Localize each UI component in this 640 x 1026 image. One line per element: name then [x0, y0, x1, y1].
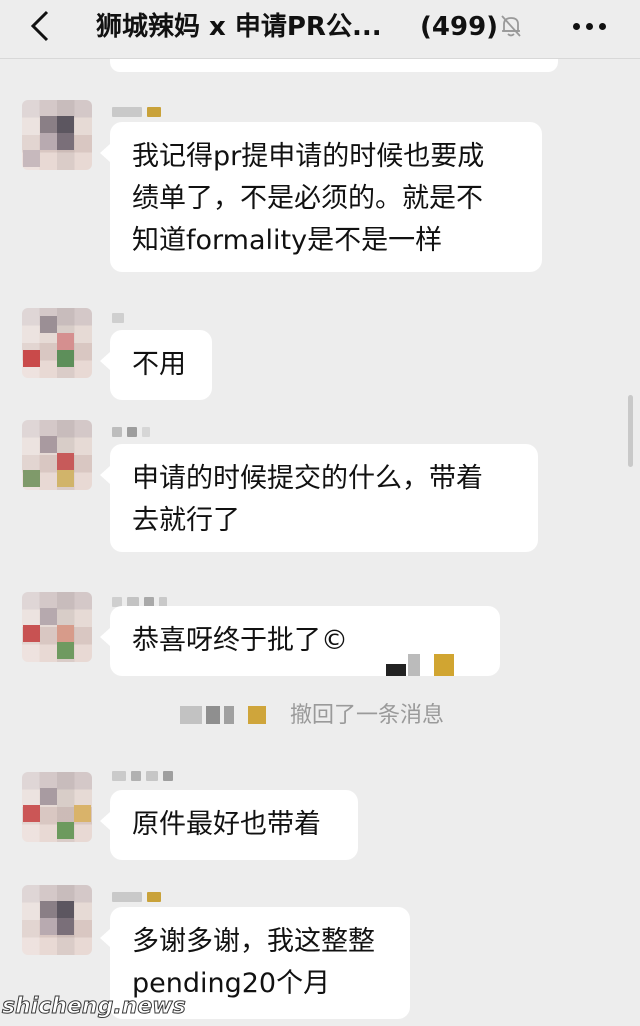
chevron-left-icon: [30, 10, 49, 42]
more-dots-icon: [573, 23, 580, 30]
member-count: (499): [420, 12, 499, 42]
chat-title: 狮城辣妈 x 申请PR公...: [96, 12, 382, 42]
system-notice: 撤回了一条消息: [0, 700, 640, 732]
bell-off-icon: [501, 15, 521, 37]
message-line: 去就行了: [132, 505, 240, 536]
message-line: 原件最好也带着: [132, 809, 321, 840]
watermark: shicheng.news: [2, 994, 187, 1020]
avatar[interactable]: [22, 420, 92, 490]
avatar[interactable]: [22, 100, 92, 170]
more-button[interactable]: [570, 14, 614, 40]
recall-text: 撤回了一条消息: [290, 703, 445, 728]
sender-name-blurred: [112, 102, 166, 117]
message-bubble[interactable]: 不用: [100, 330, 212, 400]
sender-name-blurred: [112, 766, 178, 781]
message-line: 申请的时候提交的什么，带着: [132, 463, 483, 494]
message-bubble[interactable]: 我记得pr提申请的时候也要成 绩单了，不是必须的。就是不 知道formality…: [100, 122, 542, 272]
sender-name-blurred: [112, 887, 166, 902]
message-bubble[interactable]: 原件最好也带着: [100, 790, 358, 860]
message-bubble[interactable]: 申请的时候提交的什么，带着 去就行了: [100, 444, 538, 552]
mention-blurred: [386, 634, 454, 676]
avatar[interactable]: [22, 308, 92, 378]
scrollbar[interactable]: [628, 395, 633, 467]
avatar[interactable]: [22, 772, 92, 842]
message-line: 知道formality是不是一样: [132, 225, 443, 256]
sender-name-blurred: [112, 308, 129, 323]
trailing-glyph: ©: [321, 625, 348, 656]
recalled-sender-blurred: [180, 706, 270, 728]
message-line: 不用: [132, 349, 186, 380]
message-line: 我记得pr提申请的时候也要成: [132, 141, 485, 172]
sender-name-blurred: [112, 422, 155, 437]
message-line: 多谢多谢，我这整整: [132, 926, 375, 957]
chat-header: 狮城辣妈 x 申请PR公... (499): [0, 0, 640, 59]
avatar[interactable]: [22, 592, 92, 662]
back-button[interactable]: [22, 9, 58, 45]
message-line: 恭喜呀终于批了: [132, 625, 321, 656]
sender-name-blurred: [112, 592, 172, 607]
avatar[interactable]: [22, 885, 92, 955]
message-bubble[interactable]: 恭喜呀终于批了©: [100, 606, 500, 676]
message-line: 绩单了，不是必须的。就是不: [132, 183, 483, 214]
